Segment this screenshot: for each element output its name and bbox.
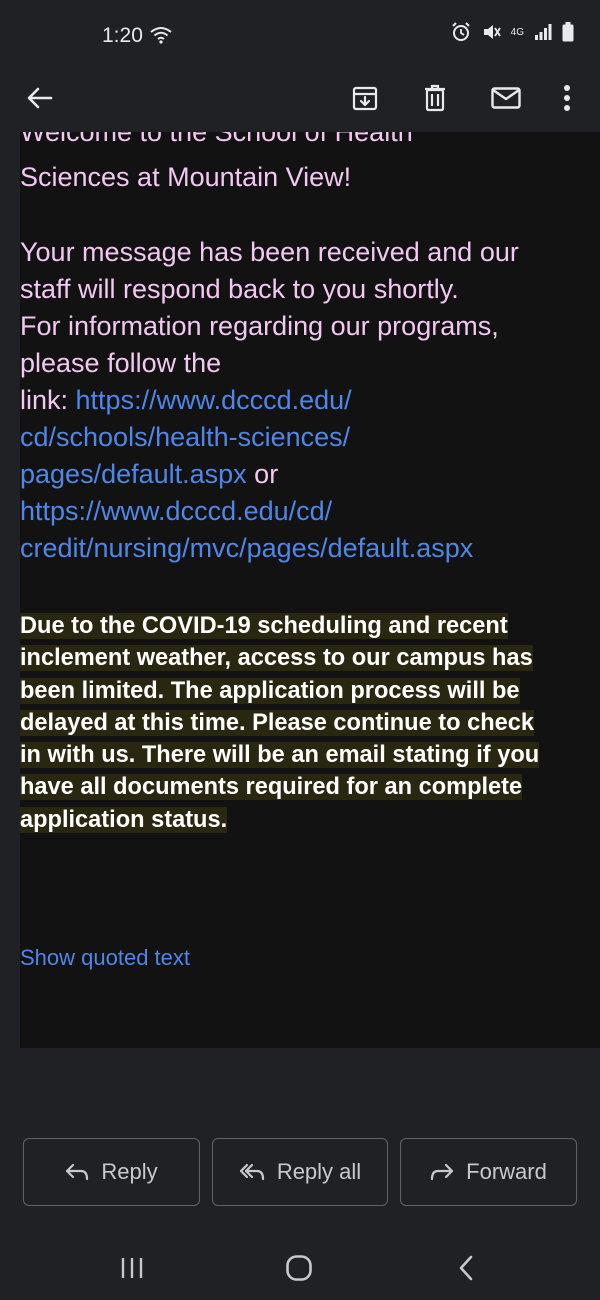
status-icons: 4G [451,22,574,42]
or-text: or [246,459,279,489]
reply-button[interactable]: Reply [23,1138,200,1206]
system-nav-bar [0,1232,600,1300]
program-link-1-part-3[interactable]: pages/default.aspx [20,459,247,489]
message-line-2: staff will respond back to you shortly. [20,274,459,304]
notice-line-1: Due to the COVID-19 scheduling and recen… [20,613,508,639]
wifi-icon [150,27,172,44]
forward-button[interactable]: Forward [400,1138,577,1206]
email-toolbar [0,64,600,132]
notice-line-4: delayed at this time. Please continue to… [20,709,534,736]
notice-line-5: in with us. There will be an email stati… [20,742,540,769]
notice-line-6: have all documents required for an compl… [20,774,523,801]
reply-all-button[interactable]: Reply all [212,1138,388,1206]
mute-icon [483,25,501,39]
email-body: Welcome to the School of Health Sciences… [20,132,600,1048]
link-prefix: link: [20,385,76,415]
archive-button[interactable] [343,76,387,120]
reply-label: Reply [101,1159,158,1184]
program-link-1-part-2[interactable]: cd/schools/health-sciences/ [20,422,350,452]
link-line-2: cd/schools/health-sciences/ [20,419,350,456]
covid-notice: Due to the COVID-19 scheduling and recen… [20,610,600,836]
program-link-1-part-1[interactable]: https://www.dcccd.edu/ [76,385,352,415]
greeting-line-2: Sciences at Mountain View! [20,162,352,192]
email-actions: Reply Reply all Forward [0,1138,600,1208]
status-time: 1:20 [102,24,143,47]
status-bar: 1:20 4G [0,0,600,64]
recents-button[interactable] [110,1246,154,1290]
mark-unread-button[interactable] [484,76,528,120]
message-line-4: please follow the [20,348,222,378]
notice-line-7: application status. [20,806,228,833]
reply-icon [66,1163,89,1181]
link-line-1: link: https://www.dcccd.edu/ [20,382,352,419]
home-button[interactable] [277,1246,321,1290]
delete-button[interactable] [413,76,457,120]
mark-unread-icon [491,87,521,109]
back-button[interactable] [18,76,62,120]
network-type-label: 4G [510,26,524,38]
nav-back-icon [459,1255,473,1281]
recents-icon [121,1258,143,1278]
notice-line-2: inclement weather, access to our campus … [20,645,533,672]
program-link-2-part-2[interactable]: credit/nursing/mvc/pages/default.aspx [20,533,473,563]
signal-icon [535,24,552,40]
more-options-button[interactable] [545,76,589,120]
link-line-5: credit/nursing/mvc/pages/default.aspx [20,530,473,567]
alarm-icon [451,22,470,41]
back-arrow-icon [27,87,53,109]
forward-icon [431,1163,454,1181]
link-line-4: https://www.dcccd.edu/cd/ [20,493,332,530]
more-vert-icon [564,85,570,111]
nav-back-button[interactable] [444,1246,488,1290]
greeting-line-1: Welcome to the School of Health [20,132,413,147]
battery-icon [562,22,574,42]
notice-line-3: been limited. The application process wi… [20,677,520,704]
email-content-area: Welcome to the School of Health Sciences… [0,132,600,1048]
archive-icon [352,86,378,111]
show-quoted-text-link[interactable]: Show quoted text [20,945,190,971]
forward-label: Forward [466,1159,547,1184]
link-line-3: pages/default.aspx or [20,456,278,493]
reply-all-label: Reply all [276,1159,362,1184]
message-line-3: For information regarding our programs, [20,311,499,341]
message-line-1: Your message has been received and our [20,237,519,267]
reply-all-icon [239,1163,264,1181]
delete-icon [425,84,445,112]
home-icon [286,1255,312,1281]
program-link-2-part-1[interactable]: https://www.dcccd.edu/cd/ [20,496,332,526]
